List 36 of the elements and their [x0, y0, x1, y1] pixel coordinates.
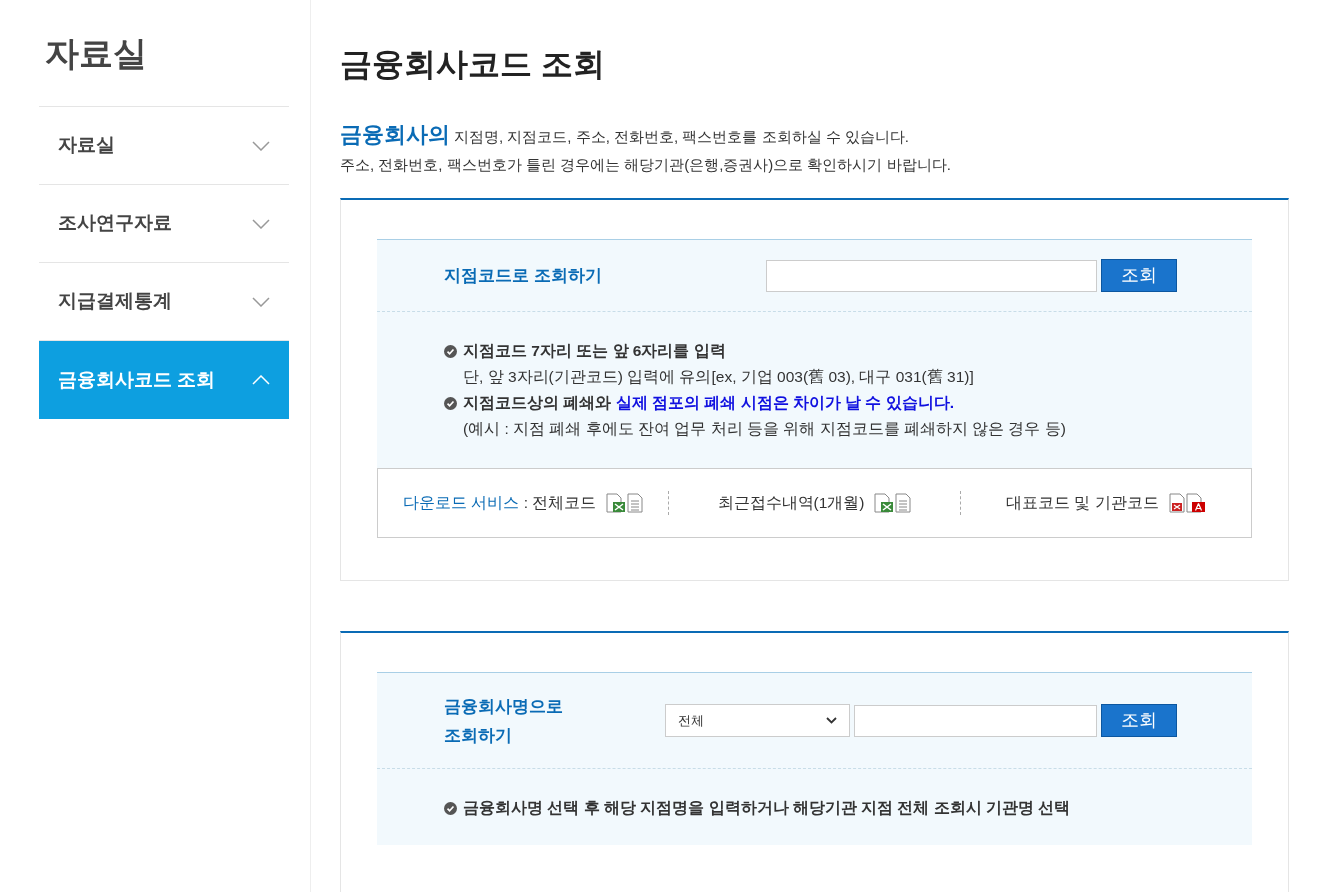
check-icon — [444, 344, 457, 358]
note-text: 금융회사명 선택 후 해당 지점명을 입력하거나 해당기관 지점 전체 조회시 기관명 선택 — [463, 798, 1071, 818]
spreadsheet-file-icon — [606, 493, 627, 513]
search-label: 조회하기 — [444, 724, 513, 747]
sidebar-title: 자료실 — [44, 33, 148, 74]
sidebar-item[interactable]: 조사연구자료 — [39, 185, 289, 263]
chevron-down-icon — [252, 218, 270, 229]
intro-text: 주소, 전화번호, 팩스번호가 틀린 경우에는 해당기관(은행,증권사)으로 확인하시기 바랍니다. — [340, 155, 952, 175]
text-file-icon — [627, 493, 644, 513]
sidebar-item[interactable]: 자료실 — [39, 107, 289, 185]
download-link[interactable]: 최근접수내역(1개월) — [717, 491, 865, 515]
search-label: 금융회사명으로 — [444, 695, 564, 718]
note-detail: 단, 앞 3자리(기관코드) 입력에 유의[ex, 기업 003(舊 03), 대구 031(舊 31)] — [462, 367, 975, 387]
chevron-down-icon — [252, 296, 270, 307]
check-icon — [444, 396, 457, 410]
pdf-file-icon — [1185, 493, 1206, 513]
chevron-down-icon — [252, 140, 270, 151]
download-link[interactable]: 대표코드 및 기관코드 — [1006, 491, 1159, 515]
chevron-down-icon — [826, 717, 837, 724]
search-label: 지점코드로 조회하기 — [444, 264, 603, 287]
chevron-up-icon — [252, 375, 270, 385]
text-file-icon — [895, 493, 912, 513]
intro-text: 금융회사의 지점명, 지점코드, 주소, 전화번호, 팩스번호를 조회하실 수 있습니다. — [340, 121, 910, 149]
search-button[interactable]: 조회 — [1101, 704, 1177, 737]
page-title: 금융회사코드 조회 — [340, 45, 606, 84]
search-button[interactable]: 조회 — [1101, 259, 1177, 292]
spreadsheet-file-icon — [874, 493, 895, 513]
note-detail: (예시 : 지점 폐쇄 후에도 잔여 업무 처리 등을 위해 지점코드를 폐쇄하지 않은 경우 등) — [462, 419, 1067, 439]
branch-code-input[interactable] — [766, 259, 1097, 292]
note-text: 지점코드상의 폐쇄와 실제 점포의 폐쇄 시점은 차이가 날 수 있습니다. — [463, 393, 955, 413]
check-icon — [444, 801, 457, 815]
download-link[interactable]: 다운로드 서비스 : 전체코드 — [403, 491, 597, 515]
note-text: 지점코드 7자리 또는 앞 6자리를 입력 — [463, 341, 726, 361]
document-file-icon — [1168, 493, 1185, 513]
branch-name-input[interactable] — [854, 704, 1097, 737]
company-select[interactable]: 전체 — [665, 704, 850, 737]
